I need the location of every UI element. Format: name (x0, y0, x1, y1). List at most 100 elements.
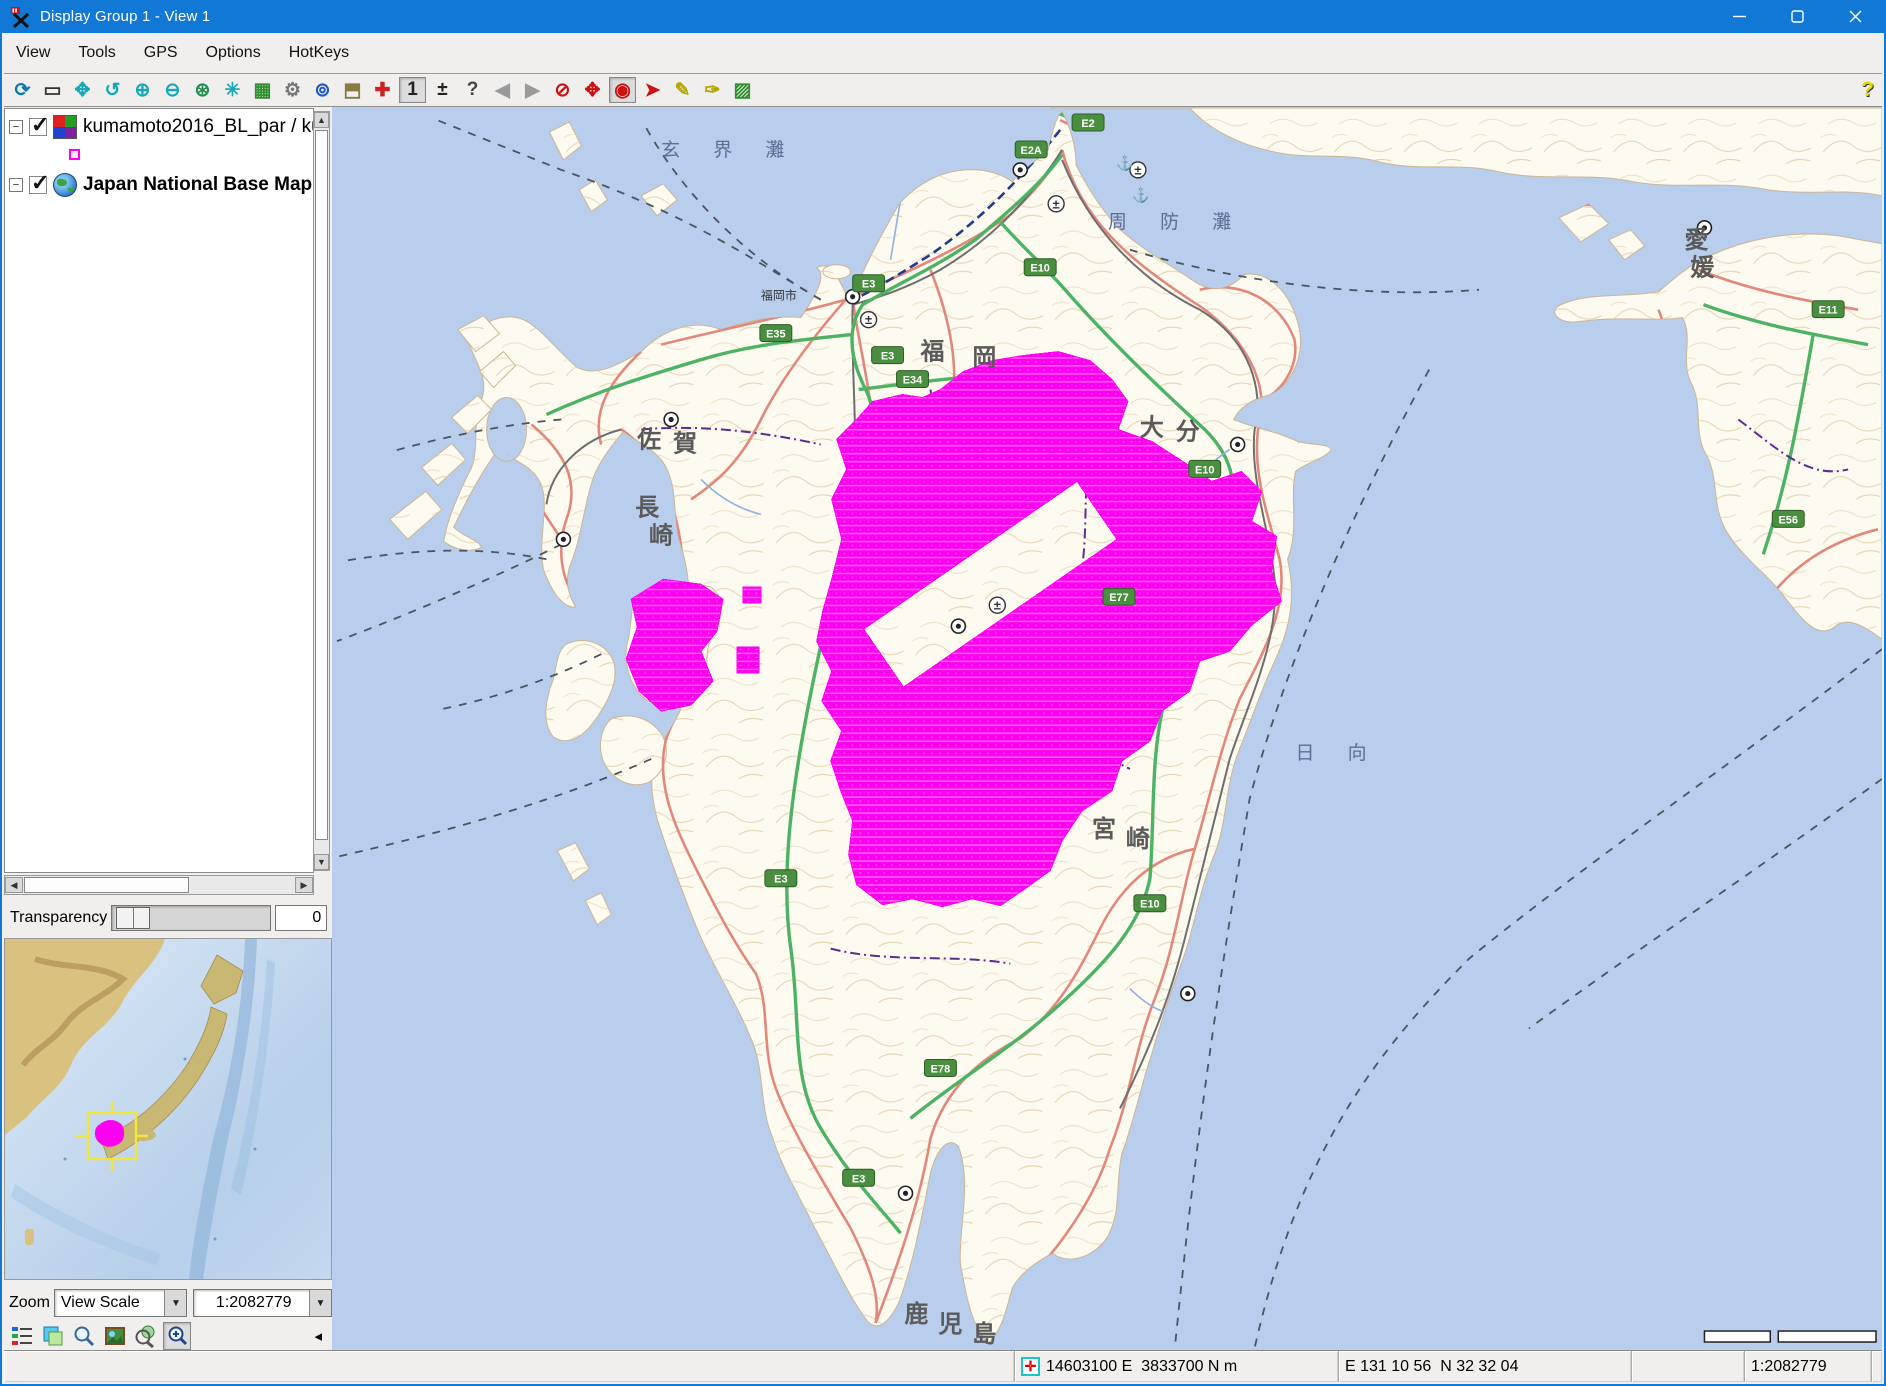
redraw-icon[interactable]: ⟳ (9, 77, 36, 103)
layer-list-hscrollbar[interactable]: ◀ ▶ (4, 875, 314, 895)
svg-text:宮: 宮 (1092, 815, 1126, 843)
globe-layer-icon[interactable] (53, 173, 77, 197)
svg-text:長: 長 (635, 494, 669, 521)
pointer-icon[interactable]: ➤ (639, 77, 666, 103)
menu-options[interactable]: Options (206, 44, 261, 62)
scroll-up-icon[interactable]: ▲ (314, 112, 329, 128)
window-title: Display Group 1 - View 1 (40, 8, 210, 25)
georeference-icon[interactable]: ▨ (729, 77, 756, 103)
svg-text:±: ± (1053, 196, 1060, 211)
menu-view[interactable]: View (16, 44, 50, 62)
chevron-down-icon[interactable]: ▼ (309, 1290, 331, 1316)
full-extent-icon[interactable]: ▭ (39, 77, 66, 103)
move-view-icon[interactable]: ✥ (579, 77, 606, 103)
svg-text:岡: 岡 (972, 345, 1006, 372)
zoom-mode-select[interactable]: View Scale ▼ (54, 1289, 188, 1317)
svg-text:媛: 媛 (1690, 255, 1724, 282)
chevron-down-icon[interactable]: ▼ (164, 1290, 186, 1316)
layers-button[interactable] (39, 1322, 67, 1350)
recenter-icon[interactable]: ◉ (609, 77, 636, 103)
app-window: Display Group 1 - View 1 View Tools GPS … (0, 0, 1886, 1386)
svg-text:E11: E11 (1819, 305, 1838, 317)
layer-name[interactable]: Japan National Base Map (83, 174, 312, 196)
layer-checkbox[interactable]: ✓ (29, 176, 47, 194)
next-element-icon[interactable]: ▶ (519, 77, 546, 103)
layer-row-basemap[interactable]: − ✓ Japan National Base Map (5, 167, 313, 199)
select-mode-icon[interactable]: ± (429, 77, 456, 103)
collapse-icon[interactable]: − (9, 120, 23, 134)
panel-icon-row: ◂ (4, 1320, 332, 1352)
raster-layer-icon[interactable] (53, 115, 77, 139)
menu-gps[interactable]: GPS (144, 44, 178, 62)
help-icon[interactable]: ? (1861, 78, 1874, 102)
whats-this-icon[interactable]: ? (459, 77, 486, 103)
zoom-in-icon[interactable]: ⊕ (129, 77, 156, 103)
status-cell-4: 1:2082779 (1745, 1351, 1872, 1382)
sketch-icon[interactable]: ✎ (669, 77, 696, 103)
layer-name[interactable]: kumamoto2016_BL_par / kuma (83, 116, 314, 138)
layer-row-kumamoto[interactable]: − ✓ kumamoto2016_BL_par / kuma (5, 109, 313, 141)
prev-element-icon[interactable]: ◀ (489, 77, 516, 103)
svg-text:児: 児 (938, 1311, 972, 1338)
svg-text:E10: E10 (1140, 899, 1160, 911)
maximize-button[interactable] (1768, 0, 1826, 33)
slider-thumb[interactable] (116, 907, 150, 929)
raster-preview-button[interactable] (101, 1322, 129, 1350)
layer-manager-icon[interactable]: ▦ (249, 77, 276, 103)
previous-view-icon[interactable]: ↺ (99, 77, 126, 103)
status-cell-1: ✛14603100 E 3833700 N m (1015, 1351, 1339, 1382)
svg-text:崎: 崎 (1126, 826, 1160, 853)
map-view[interactable]: ±±±± ⚓⚓ E2AE2E3E3E35E10E34E10E77E10E3E78… (332, 107, 1882, 1350)
add-layer-icon[interactable]: ✚ (369, 77, 396, 103)
status-cell-5 (1872, 1351, 1882, 1382)
transparency-label: Transparency (4, 909, 107, 927)
svg-text:福: 福 (919, 339, 954, 366)
collapse-icon[interactable]: − (9, 178, 23, 192)
layer-legend-swatch[interactable] (69, 149, 80, 160)
svg-text:E2: E2 (1081, 118, 1094, 130)
layer-control-panel: − ✓ kumamoto2016_BL_par / kuma − ✓ Japan… (4, 107, 332, 1350)
svg-text:大: 大 (1140, 414, 1174, 441)
check-icon: ✓ (31, 112, 49, 138)
svg-text:E56: E56 (1778, 514, 1798, 526)
taiwan-island (25, 1229, 34, 1245)
toolbar-icons: ⟳▭✥↺⊕⊖⊛✳▦⚙⊚⬒✚1±?◀▶⊘✥◉➤✎✑▨ (9, 77, 759, 103)
map-scale-bars[interactable] (1704, 1331, 1876, 1342)
snapshot-icon[interactable]: ⬒ (339, 77, 366, 103)
overview-map[interactable] (4, 938, 332, 1280)
group-1-icon[interactable]: 1 (399, 77, 426, 103)
scroll-down-icon[interactable]: ▼ (314, 854, 329, 870)
tools-icon[interactable]: ⚙ (279, 77, 306, 103)
svg-text:鹿: 鹿 (905, 1300, 939, 1328)
pan-icon[interactable]: ✥ (69, 77, 96, 103)
crosshair-icon: ✛ (1021, 1357, 1040, 1376)
scroll-right-icon[interactable]: ▶ (295, 877, 313, 893)
svg-text:周 防 灘: 周 防 灘 (1108, 211, 1245, 233)
transparency-slider[interactable] (111, 905, 271, 931)
svg-text:E3: E3 (862, 279, 875, 291)
zoom-out-icon[interactable]: ⊖ (159, 77, 186, 103)
transparency-row: Transparency 0 (4, 900, 332, 936)
panel-collapse-icon[interactable]: ◂ (314, 1327, 322, 1345)
svg-text:日 向: 日 向 (1296, 742, 1381, 764)
zoom-scale-combo[interactable]: 1:2082779 ▼ (193, 1289, 332, 1317)
legend-view-button[interactable] (8, 1322, 36, 1350)
magnifier-button[interactable] (70, 1322, 98, 1350)
svg-text:E3: E3 (774, 874, 787, 886)
menu-tools[interactable]: Tools (78, 44, 115, 62)
deselect-icon[interactable]: ⊘ (549, 77, 576, 103)
menu-hotkeys[interactable]: HotKeys (289, 44, 349, 62)
geotoolbox-icon[interactable]: ⊚ (309, 77, 336, 103)
svg-text:±: ± (994, 598, 1001, 613)
minimize-button[interactable] (1710, 0, 1768, 33)
close-button[interactable] (1826, 0, 1884, 33)
profile-icon[interactable]: ✑ (699, 77, 726, 103)
zoom-full-icon[interactable]: ⊛ (189, 77, 216, 103)
transparency-value[interactable]: 0 (275, 905, 327, 931)
zoom-1x-icon[interactable]: ✳ (219, 77, 246, 103)
zoom-plus-button[interactable] (163, 1322, 191, 1350)
layer-list-vscrollbar[interactable]: ▲ ▼ (313, 111, 330, 871)
scroll-left-icon[interactable]: ◀ (5, 877, 23, 893)
zoom-globe-button[interactable] (132, 1322, 160, 1350)
layer-checkbox[interactable]: ✓ (29, 118, 47, 136)
